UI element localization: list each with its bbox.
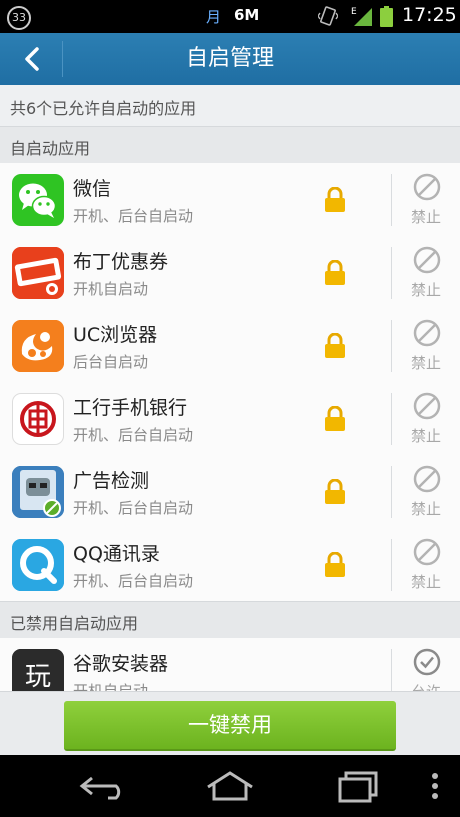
nav-recents-icon[interactable] — [330, 769, 390, 803]
app-desc: 开机、后台自启动 — [73, 499, 194, 517]
check-circle-icon — [413, 648, 441, 676]
clock: 17:25 — [402, 4, 457, 26]
page-title: 自启管理 — [185, 46, 274, 71]
title-divider — [62, 41, 63, 77]
lock-icon — [325, 406, 345, 431]
forbid-label: 禁止 — [410, 427, 441, 445]
icbc-icon — [12, 393, 64, 445]
bulk-disable-button[interactable]: 一键禁用 — [64, 701, 396, 751]
back-button[interactable] — [0, 33, 62, 85]
qq-contacts-icon — [12, 539, 64, 591]
data-usage: 6M — [234, 6, 260, 24]
app-row[interactable]: QQ通讯录 开机、后台自启动 禁止 — [0, 528, 460, 602]
prohibit-icon — [413, 319, 441, 347]
lock-icon — [325, 260, 345, 285]
vibrate-icon — [318, 6, 338, 26]
forbid-button[interactable]: 禁止 — [392, 382, 460, 455]
forbid-label: 禁止 — [410, 573, 441, 591]
prohibit-icon — [413, 173, 441, 201]
app-desc: 开机自启动 — [73, 682, 149, 691]
prohibit-icon — [413, 246, 441, 274]
signal-icon: E — [351, 7, 372, 26]
prohibit-icon — [413, 538, 441, 566]
nav-back-icon[interactable] — [72, 770, 132, 802]
forbid-button[interactable]: 禁止 — [392, 236, 460, 309]
app-desc: 开机、后台自启动 — [73, 426, 194, 444]
prohibit-icon — [413, 392, 441, 420]
uc-browser-icon — [12, 320, 64, 372]
app-row[interactable]: 广告检测 开机、后台自启动 禁止 — [0, 455, 460, 529]
google-installer-icon: 玩 — [12, 649, 64, 691]
wechat-icon — [12, 174, 64, 226]
app-row[interactable]: 微信 开机、后台自启动 禁止 — [0, 163, 460, 237]
nav-home-icon[interactable] — [200, 767, 260, 803]
lock-icon — [325, 552, 345, 577]
section-header-enabled: 自启动应用 — [0, 126, 460, 164]
app-desc: 开机、后台自启动 — [73, 207, 194, 225]
app-row[interactable]: 玩 谷歌安装器 开机自启动 允许 — [0, 638, 460, 691]
chevron-left-icon — [25, 47, 39, 71]
section-title: 自启动应用 — [10, 139, 91, 158]
network-type: E — [351, 7, 357, 17]
allow-button[interactable]: 允许 — [392, 638, 460, 691]
app-name: UC浏览器 — [73, 324, 158, 346]
app-row[interactable]: UC浏览器 后台自启动 禁止 — [0, 309, 460, 383]
title-bar: 自启管理 — [0, 33, 460, 86]
forbid-label: 禁止 — [410, 354, 441, 372]
app-name: QQ通讯录 — [73, 543, 160, 565]
svg-text:玩: 玩 — [25, 662, 51, 691]
forbid-button[interactable]: 禁止 — [392, 309, 460, 382]
prohibit-icon — [413, 465, 441, 493]
ad-detector-icon — [12, 466, 64, 518]
forbid-label: 禁止 — [410, 500, 441, 518]
forbid-button[interactable]: 禁止 — [392, 528, 460, 601]
nav-menu-icon[interactable] — [428, 771, 442, 801]
status-bar: 33 月 6M E 17:25 — [0, 0, 460, 33]
navigation-bar — [0, 755, 460, 817]
battery-icon — [380, 6, 393, 27]
forbid-button[interactable]: 禁止 — [392, 455, 460, 528]
app-name: 微信 — [73, 178, 112, 200]
bottom-action-bar: 一键禁用 — [0, 691, 460, 756]
forbid-label: 禁止 — [410, 281, 441, 299]
allow-label: 允许 — [392, 681, 460, 691]
lock-icon — [325, 187, 345, 212]
summary-text: 共6个已允许自启动的应用 — [10, 99, 197, 118]
forbid-button[interactable]: 禁止 — [392, 163, 460, 236]
notification-badge: 33 — [7, 6, 31, 30]
app-desc: 后台自启动 — [73, 353, 149, 371]
app-name: 布丁优惠券 — [73, 251, 169, 273]
lock-icon — [325, 479, 345, 504]
carrier-label: 月 — [206, 8, 222, 26]
app-desc: 开机自启动 — [73, 280, 149, 298]
forbid-label: 禁止 — [410, 208, 441, 226]
app-list-area[interactable]: 共6个已允许自启动的应用 自启动应用 微信 开机、后台自启动 禁止 布丁优惠券 … — [0, 85, 460, 691]
lock-icon — [325, 333, 345, 358]
section-title: 已禁用自启动应用 — [10, 614, 139, 633]
app-name: 谷歌安装器 — [73, 653, 169, 675]
app-name: 广告检测 — [73, 470, 150, 492]
app-row[interactable]: 布丁优惠券 开机自启动 禁止 — [0, 236, 460, 310]
section-header-disabled: 已禁用自启动应用 — [0, 601, 460, 639]
app-name: 工行手机银行 — [73, 397, 188, 419]
app-desc: 开机、后台自启动 — [73, 572, 194, 590]
coupon-icon — [12, 247, 64, 299]
app-row[interactable]: 工行手机银行 开机、后台自启动 禁止 — [0, 382, 460, 456]
